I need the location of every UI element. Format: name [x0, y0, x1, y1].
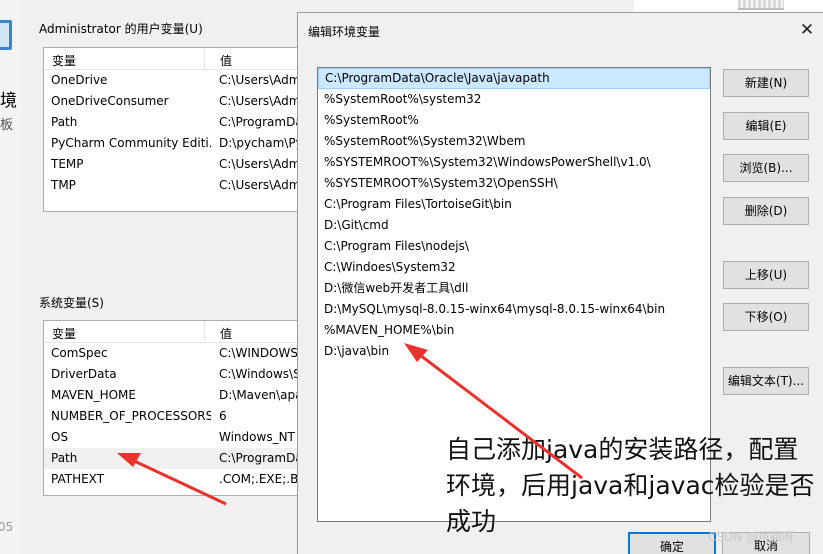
path-item[interactable]: D:\MySQL\mysql-8.0.15-winx64\mysql-8.0.1…	[318, 299, 710, 320]
path-item[interactable]: D:\Git\cmd	[318, 215, 710, 236]
system-vars-label: 系统变量(S)	[39, 296, 104, 310]
path-item[interactable]: D:\微信web开发者工具\dll	[318, 278, 710, 299]
path-item[interactable]: %SystemRoot%\system32	[318, 89, 710, 110]
parent-window-number: 05	[0, 520, 14, 534]
var-name: OneDriveConsumer	[51, 94, 169, 108]
var-name: NUMBER_OF_PROCESSORS	[51, 409, 211, 423]
path-item[interactable]: %SystemRoot%	[318, 110, 710, 131]
var-name: Path	[51, 451, 78, 465]
user-vars-label: Administrator 的用户变量(U)	[39, 22, 203, 36]
close-icon[interactable]: ✕	[796, 19, 818, 41]
path-item[interactable]: %MAVEN_HOME%\bin	[318, 320, 710, 341]
var-name: PyCharm Community Editi...	[51, 136, 211, 150]
parent-window-edge: 境 板 05	[0, 0, 22, 554]
path-item[interactable]: C:\Windoes\System32	[318, 257, 710, 278]
var-name: MAVEN_HOME	[51, 388, 136, 402]
move-up-button[interactable]: 上移(U)	[723, 261, 809, 289]
parent-window-subtext: 板	[0, 118, 14, 133]
var-name: Path	[51, 115, 78, 129]
dialog-title: 编辑环境变量	[308, 25, 381, 39]
browse-button[interactable]: 浏览(B)...	[723, 154, 809, 182]
column-divider[interactable]	[204, 48, 205, 70]
path-item[interactable]: C:\ProgramData\Oracle\Java\javapath	[318, 68, 710, 89]
delete-button[interactable]: 删除(D)	[723, 197, 809, 225]
var-name: OS	[51, 430, 69, 444]
var-name: ComSpec	[51, 346, 108, 360]
column-divider[interactable]	[204, 321, 205, 343]
new-button[interactable]: 新建(N)	[723, 69, 809, 97]
path-item[interactable]: C:\Program Files\nodejs\	[318, 236, 710, 257]
path-item[interactable]: %SystemRoot%\System32\Wbem	[318, 131, 710, 152]
keyboard-icon	[738, 0, 784, 10]
annotation-text: 自己添加java的安装路径，配置环境，后用java和javac检验是否成功	[446, 435, 815, 536]
edit-text-button[interactable]: 编辑文本(T)...	[723, 367, 809, 395]
path-item[interactable]: %SYSTEMROOT%\System32\WindowsPowerShell\…	[318, 152, 710, 173]
parent-window-text: 境	[0, 91, 17, 111]
var-name: PATHEXT	[51, 472, 105, 486]
var-name: TMP	[51, 178, 76, 192]
var-name: DriverData	[51, 367, 117, 381]
user-vars-col-value[interactable]: 值	[220, 52, 232, 69]
move-down-button[interactable]: 下移(O)	[723, 303, 809, 331]
watermark: CSDN @坑颖呀	[708, 530, 795, 544]
system-vars-col-value[interactable]: 值	[220, 325, 232, 342]
path-item[interactable]: D:\java\bin	[318, 341, 710, 362]
path-item[interactable]: C:\Program Files\TortoiseGit\bin	[318, 194, 710, 215]
path-item[interactable]: %SYSTEMROOT%\System32\OpenSSH\	[318, 173, 710, 194]
var-name: OneDrive	[51, 73, 108, 87]
var-name: TEMP	[51, 157, 84, 171]
user-vars-col-name[interactable]: 变量	[52, 52, 76, 69]
edit-button[interactable]: 编辑(E)	[723, 112, 809, 140]
system-vars-col-name[interactable]: 变量	[52, 325, 76, 342]
background-area	[634, 0, 823, 12]
monitor-icon	[0, 20, 12, 50]
